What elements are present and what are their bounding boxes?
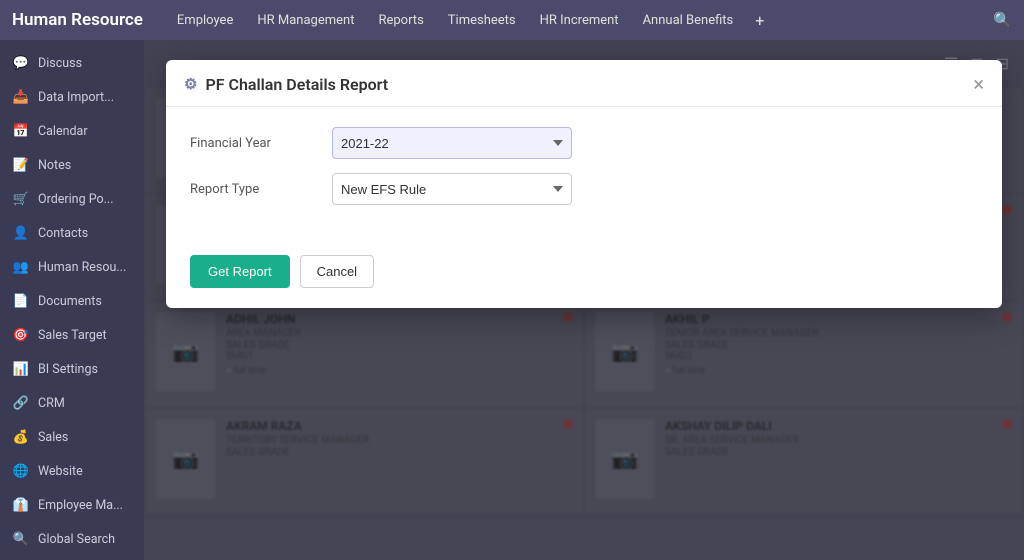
sidebar-item-documents-label: Documents bbox=[38, 294, 102, 309]
nav-reports[interactable]: Reports bbox=[368, 9, 433, 32]
notes-icon: 📝 bbox=[12, 156, 30, 174]
sidebar-item-sales-label: Sales bbox=[38, 430, 68, 445]
sales-target-icon: 🎯 bbox=[12, 326, 30, 344]
sidebar-item-discuss-label: Discuss bbox=[38, 56, 82, 71]
sidebar-item-website[interactable]: 🌐 Website bbox=[0, 454, 144, 488]
sidebar-item-sales-target-label: Sales Target bbox=[38, 328, 107, 343]
report-type-row: Report Type New EFS Rule Old EFS Rule bbox=[190, 173, 978, 205]
sidebar-item-documents[interactable]: 📄 Documents bbox=[0, 284, 144, 318]
sidebar-item-sales-target[interactable]: 🎯 Sales Target bbox=[0, 318, 144, 352]
bi-settings-icon: 📊 bbox=[12, 360, 30, 378]
main-content: ☰ ⊞ ⊟ 📷 full time TRICHUR bbox=[144, 40, 1024, 560]
main-layout: 💬 Discuss 📥 Data Import... 📅 Calendar 📝 … bbox=[0, 40, 1024, 560]
sidebar-item-crm-label: CRM bbox=[38, 396, 65, 411]
navbar: Human Resource Employee HR Management Re… bbox=[0, 0, 1024, 40]
financial-year-label: Financial Year bbox=[190, 136, 320, 151]
report-type-label: Report Type bbox=[190, 182, 320, 197]
documents-icon: 📄 bbox=[12, 292, 30, 310]
dialog-title: ⚙ PF Challan Details Report bbox=[184, 75, 388, 94]
dialog-footer: Get Report Cancel bbox=[166, 239, 1002, 308]
search-icon[interactable]: 🔍 bbox=[993, 11, 1012, 29]
sidebar-item-human-resou-label: Human Resou... bbox=[38, 260, 126, 275]
financial-year-select[interactable]: 2021-22 2020-21 2019-20 2018-19 bbox=[332, 127, 572, 159]
sidebar-item-employee-ma[interactable]: 👔 Employee Ma... bbox=[0, 488, 144, 522]
sidebar-item-calendar-label: Calendar bbox=[38, 124, 88, 139]
sidebar-item-contacts-label: Contacts bbox=[38, 226, 88, 241]
cancel-button[interactable]: Cancel bbox=[300, 255, 374, 288]
global-search-icon: 🔍 bbox=[12, 530, 30, 548]
employee-ma-icon: 👔 bbox=[12, 496, 30, 514]
sidebar-item-data-import[interactable]: 📥 Data Import... bbox=[0, 80, 144, 114]
human-resou-icon: 👥 bbox=[12, 258, 30, 276]
data-import-icon: 📥 bbox=[12, 88, 30, 106]
dialog-title-text: PF Challan Details Report bbox=[205, 75, 388, 94]
sidebar-item-discuss[interactable]: 💬 Discuss bbox=[0, 46, 144, 80]
sidebar-item-website-label: Website bbox=[38, 464, 83, 479]
sidebar-item-calendar[interactable]: 📅 Calendar bbox=[0, 114, 144, 148]
calendar-icon: 📅 bbox=[12, 122, 30, 140]
sidebar-item-global-search-label: Global Search bbox=[38, 532, 115, 547]
crm-icon: 🔗 bbox=[12, 394, 30, 412]
nav-menu: Employee HR Management Reports Timesheet… bbox=[167, 9, 993, 32]
sidebar-item-notes[interactable]: 📝 Notes bbox=[0, 148, 144, 182]
nav-annual-benefits[interactable]: Annual Benefits bbox=[633, 9, 744, 32]
dialog-header: ⚙ PF Challan Details Report × bbox=[166, 60, 1002, 107]
sidebar-item-employee-ma-label: Employee Ma... bbox=[38, 498, 123, 513]
sidebar-item-human-resou[interactable]: 👥 Human Resou... bbox=[0, 250, 144, 284]
report-type-select[interactable]: New EFS Rule Old EFS Rule bbox=[332, 173, 572, 205]
modal-overlay: ⚙ PF Challan Details Report × Financial … bbox=[144, 40, 1024, 560]
sidebar-item-sales[interactable]: 💰 Sales bbox=[0, 420, 144, 454]
financial-year-row: Financial Year 2021-22 2020-21 2019-20 2… bbox=[190, 127, 978, 159]
discuss-icon: 💬 bbox=[12, 54, 30, 72]
contacts-icon: 👤 bbox=[12, 224, 30, 242]
settings-icon: ⚙ bbox=[184, 75, 197, 93]
sidebar-item-data-import-label: Data Import... bbox=[38, 90, 114, 105]
sidebar-item-bi-settings-label: BI Settings bbox=[38, 362, 98, 377]
ordering-po-icon: 🛒 bbox=[12, 190, 30, 208]
website-icon: 🌐 bbox=[12, 462, 30, 480]
sidebar-item-contacts[interactable]: 👤 Contacts bbox=[0, 216, 144, 250]
pf-challan-dialog: ⚙ PF Challan Details Report × Financial … bbox=[166, 60, 1002, 308]
sidebar: 💬 Discuss 📥 Data Import... 📅 Calendar 📝 … bbox=[0, 40, 144, 560]
sidebar-item-ordering-po-label: Ordering Po... bbox=[38, 192, 114, 207]
nav-hr-increment[interactable]: HR Increment bbox=[530, 9, 629, 32]
sales-icon: 💰 bbox=[12, 428, 30, 446]
sidebar-item-crm[interactable]: 🔗 CRM bbox=[0, 386, 144, 420]
get-report-button[interactable]: Get Report bbox=[190, 255, 290, 288]
sidebar-item-global-search[interactable]: 🔍 Global Search bbox=[0, 522, 144, 556]
brand-title: Human Resource bbox=[12, 10, 143, 30]
nav-employee[interactable]: Employee bbox=[167, 9, 243, 32]
nav-timesheets[interactable]: Timesheets bbox=[438, 9, 526, 32]
sidebar-item-notes-label: Notes bbox=[38, 158, 71, 173]
dialog-body: Financial Year 2021-22 2020-21 2019-20 2… bbox=[166, 107, 1002, 239]
sidebar-item-bi-settings[interactable]: 📊 BI Settings bbox=[0, 352, 144, 386]
dialog-close-button[interactable]: × bbox=[973, 74, 984, 94]
nav-add-button[interactable]: + bbox=[747, 9, 772, 32]
sidebar-item-ordering-po[interactable]: 🛒 Ordering Po... bbox=[0, 182, 144, 216]
nav-hr-management[interactable]: HR Management bbox=[247, 9, 364, 32]
